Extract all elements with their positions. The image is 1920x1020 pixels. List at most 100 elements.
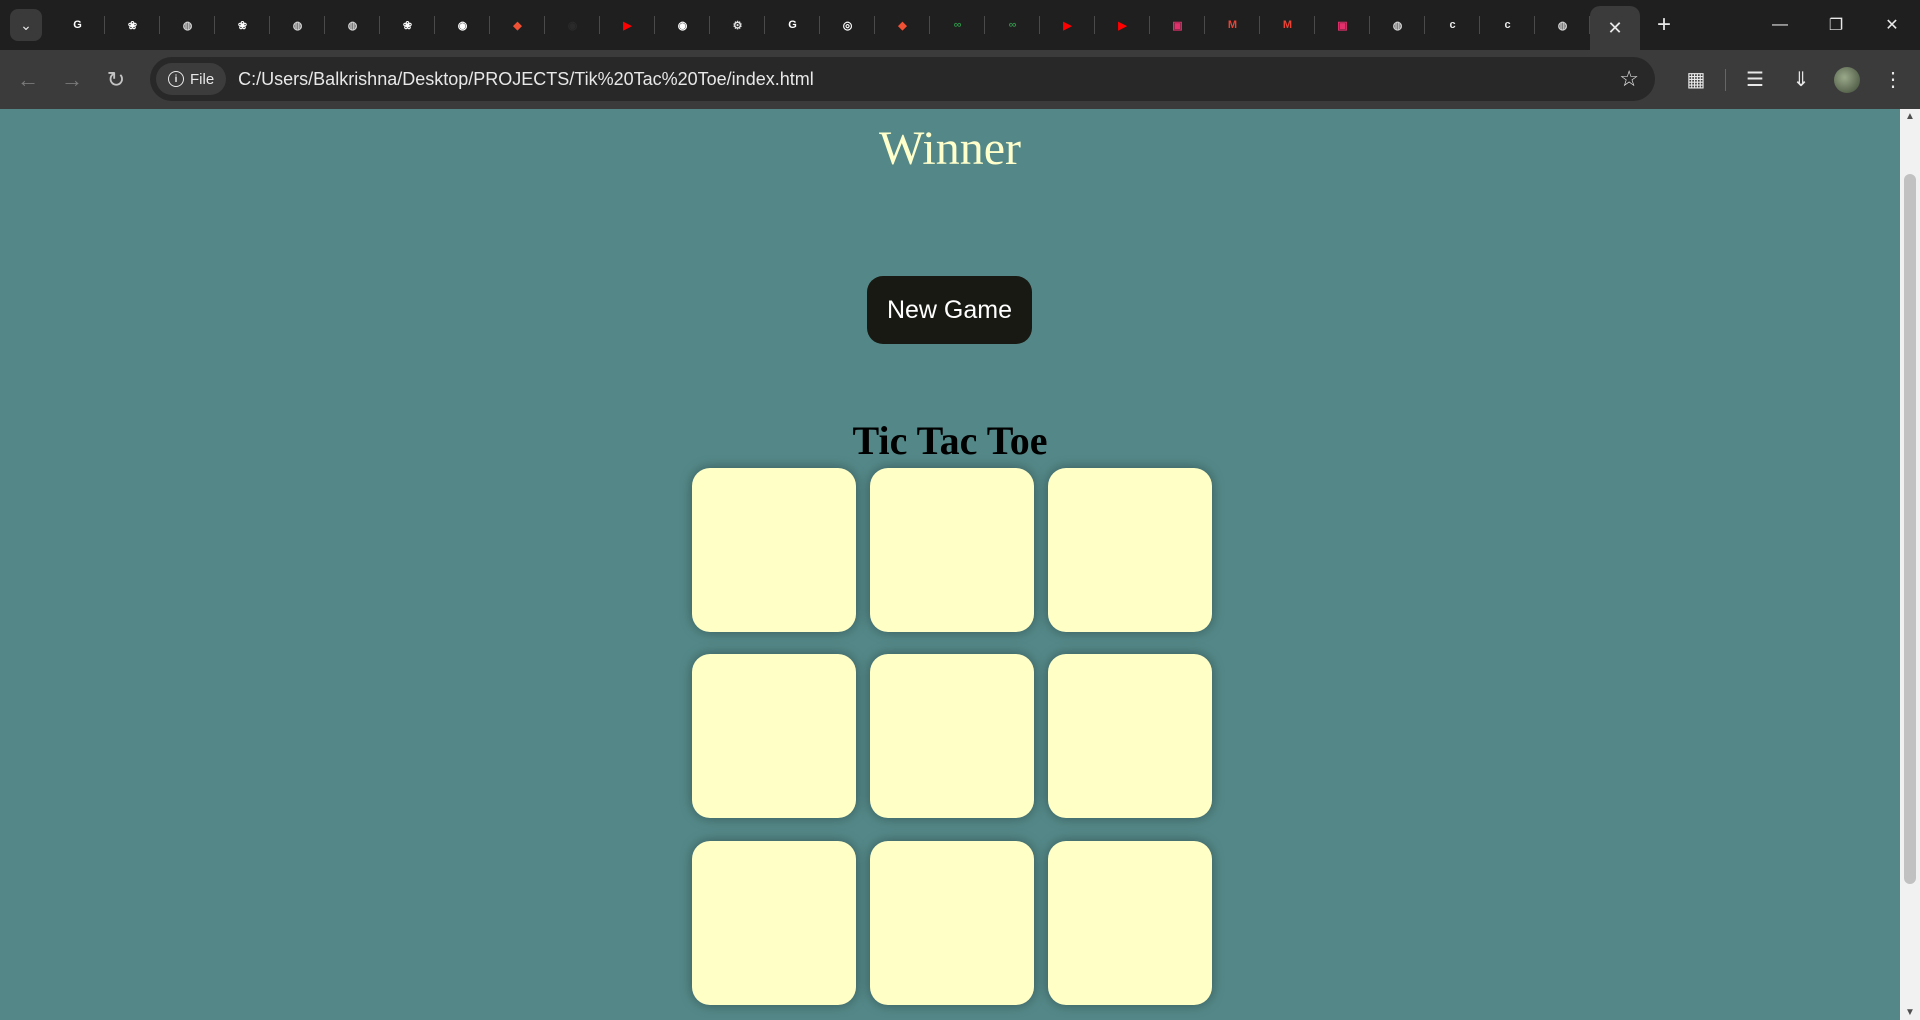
- winner-message: Winner: [878, 122, 1021, 175]
- tab-17[interactable]: ∞: [930, 0, 985, 50]
- browser-toolbar: ← → ↻ i File C:/Users/Balkrishna/Desktop…: [0, 50, 1920, 109]
- tab-6[interactable]: ◍: [325, 0, 380, 50]
- arrow-right-icon: →: [61, 66, 83, 92]
- tab-18[interactable]: ∞: [985, 0, 1040, 50]
- google-icon: G: [788, 19, 797, 31]
- tab-8[interactable]: ◉: [435, 0, 490, 50]
- board-cell-6[interactable]: [1048, 654, 1212, 818]
- download-icon: ⇓: [1792, 69, 1810, 91]
- c-icon: c: [1504, 19, 1511, 31]
- tab-13[interactable]: ⚙: [710, 0, 765, 50]
- tab-10[interactable]: ◉: [545, 0, 600, 50]
- tab-22[interactable]: M: [1205, 0, 1260, 50]
- openai-icon: ❀: [127, 19, 138, 32]
- youtube-icon: ▶: [623, 19, 632, 32]
- site-chip-label: File: [190, 70, 215, 88]
- tab-7[interactable]: ❀: [380, 0, 435, 50]
- board-cell-8[interactable]: [870, 841, 1034, 1005]
- reload-icon: ↻: [106, 66, 126, 92]
- youtube-icon: ▶: [1118, 19, 1127, 32]
- globe-icon: ◍: [182, 19, 193, 32]
- geeksforgeeks-icon: ∞: [1008, 19, 1017, 31]
- tab-19[interactable]: ▶: [1040, 0, 1095, 50]
- restore-button[interactable]: ❐: [1808, 0, 1864, 50]
- board-cell-4[interactable]: [692, 654, 856, 818]
- tab-24[interactable]: ▣: [1315, 0, 1370, 50]
- github-icon: ◉: [567, 19, 578, 32]
- window-controls: — ❐ ✕: [1752, 0, 1920, 50]
- tab-28[interactable]: ◍: [1535, 0, 1590, 50]
- tab-23[interactable]: M: [1260, 0, 1315, 50]
- back-button[interactable]: ←: [6, 58, 50, 102]
- tab-2[interactable]: ❀: [105, 0, 160, 50]
- extensions-button[interactable]: ▦: [1673, 57, 1719, 103]
- openai-icon: ❀: [237, 19, 248, 32]
- openai-icon: ❀: [402, 19, 413, 32]
- board-cell-5[interactable]: [870, 654, 1034, 818]
- tab-11[interactable]: ▶: [600, 0, 655, 50]
- vertical-scrollbar[interactable]: ▲ ▼: [1900, 109, 1920, 1020]
- instagram-icon: ▣: [1172, 19, 1183, 32]
- instagram-icon: ▣: [1337, 19, 1348, 32]
- youtube-icon: ▶: [1063, 19, 1072, 32]
- gmail-icon: M: [1282, 19, 1293, 31]
- close-window-button[interactable]: ✕: [1864, 0, 1920, 50]
- media-queue-icon: ☰: [1746, 69, 1764, 91]
- gmail-icon: M: [1227, 19, 1238, 31]
- tab-20[interactable]: ▶: [1095, 0, 1150, 50]
- tab-list: G ❀ ◍ ❀ ◍ ◍ ❀ ◉ ◆ ◉ ▶ ◉ ⚙ G ◎ ◆ ∞ ∞ ▶ ▶ ▣ M M ▣ ◍ c c ◍: [50, 0, 1590, 50]
- tab-15[interactable]: ◎: [820, 0, 875, 50]
- tab-1[interactable]: G: [50, 0, 105, 50]
- git-icon: ◆: [513, 19, 522, 32]
- tab-9[interactable]: ◆: [490, 0, 545, 50]
- close-tab-icon[interactable]: ✕: [1607, 18, 1622, 39]
- new-game-button[interactable]: New Game: [867, 276, 1032, 344]
- tab-21[interactable]: ▣: [1150, 0, 1205, 50]
- settings-icon: ⚙: [732, 19, 743, 32]
- board-cell-2[interactable]: [870, 468, 1034, 632]
- tab-active[interactable]: ✕: [1590, 6, 1640, 50]
- page-content: Winner New Game Tic Tac Toe: [0, 109, 1900, 1020]
- scroll-up-icon[interactable]: ▲: [1900, 111, 1920, 122]
- site-info-chip[interactable]: i File: [156, 63, 227, 95]
- menu-button[interactable]: ⋮: [1870, 57, 1916, 103]
- git-icon: ◆: [898, 19, 907, 32]
- scroll-down-icon[interactable]: ▼: [1900, 1007, 1920, 1018]
- info-icon: i: [168, 71, 184, 87]
- globe-icon: ◍: [1557, 19, 1568, 32]
- url-text[interactable]: C:/Users/Balkrishna/Desktop/PROJECTS/Tik…: [238, 69, 814, 90]
- tab-search-button[interactable]: ⌄: [10, 9, 42, 41]
- globe-icon: ◍: [1392, 19, 1403, 32]
- tab-16[interactable]: ◆: [875, 0, 930, 50]
- address-bar[interactable]: i File C:/Users/Balkrishna/Desktop/PROJE…: [150, 57, 1655, 101]
- tab-strip: ⌄ G ❀ ◍ ❀ ◍ ◍ ❀ ◉ ◆ ◉ ▶ ◉ ⚙ G ◎ ◆ ∞ ∞ ▶ ▶ ▣ M M ▣ ◍ c c ◍ ✕ + — ❐ ✕: [0, 0, 1920, 50]
- scroll-thumb[interactable]: [1904, 174, 1916, 884]
- tab-5[interactable]: ◍: [270, 0, 325, 50]
- tab-26[interactable]: c: [1425, 0, 1480, 50]
- github-icon: ◉: [457, 19, 468, 32]
- tab-12[interactable]: ◉: [655, 0, 710, 50]
- minimize-icon: —: [1772, 16, 1788, 33]
- avatar: [1834, 66, 1860, 93]
- bookmark-star-icon[interactable]: ☆: [1619, 66, 1639, 92]
- board-cell-3[interactable]: [1048, 468, 1212, 632]
- tab-3[interactable]: ◍: [160, 0, 215, 50]
- profile-button[interactable]: [1824, 57, 1870, 103]
- tab-25[interactable]: ◍: [1370, 0, 1425, 50]
- c-icon: c: [1449, 19, 1456, 31]
- media-control-button[interactable]: ☰: [1732, 57, 1778, 103]
- tab-27[interactable]: c: [1480, 0, 1535, 50]
- board-cell-9[interactable]: [1048, 841, 1212, 1005]
- new-tab-button[interactable]: +: [1644, 5, 1684, 45]
- globe-icon: ◍: [347, 19, 358, 32]
- minimize-button[interactable]: —: [1752, 0, 1808, 50]
- reload-button[interactable]: ↻: [94, 58, 138, 102]
- toolbar-actions: ▦ ☰ ⇓ ⋮: [1673, 50, 1920, 109]
- kebab-menu-icon: ⋮: [1883, 69, 1903, 91]
- board-cell-7[interactable]: [692, 841, 856, 1005]
- downloads-button[interactable]: ⇓: [1778, 57, 1824, 103]
- board-cell-1[interactable]: [692, 468, 856, 632]
- forward-button[interactable]: →: [50, 58, 94, 102]
- tab-14[interactable]: G: [765, 0, 820, 50]
- tab-4[interactable]: ❀: [215, 0, 270, 50]
